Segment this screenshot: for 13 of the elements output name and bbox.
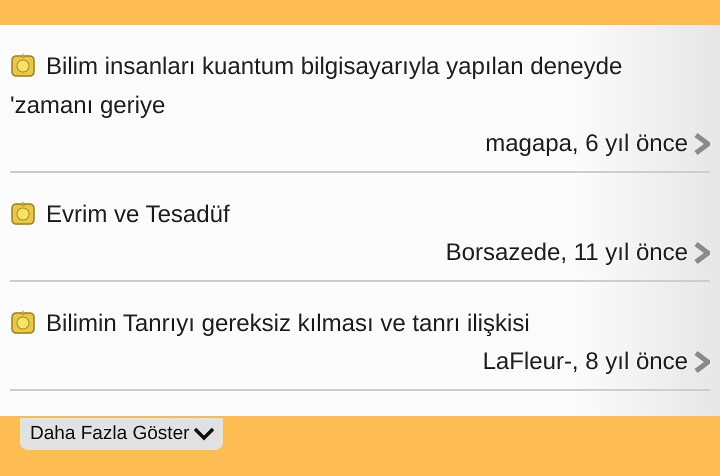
chevron-right-icon[interactable]: [694, 351, 710, 373]
topic-meta: LaFleur-, 8 yıl önce: [482, 347, 688, 377]
show-more-button[interactable]: Daha Fazla Göster: [20, 418, 224, 450]
coin-icon: [10, 309, 36, 335]
caret-down-icon: [193, 427, 216, 441]
coin-icon: [10, 200, 36, 226]
topic-meta: Borsazede, 11 yıl önce: [446, 238, 688, 268]
chevron-right-icon[interactable]: [694, 133, 710, 155]
topic-title[interactable]: Bilimin Tanrıyı gereksiz kılması ve tanrı ilişkisi: [10, 304, 710, 343]
topic-meta: magapa, 6 yıl önce: [485, 129, 688, 159]
topic-title[interactable]: Evrim ve Tesadüf: [10, 195, 710, 234]
chevron-right-icon[interactable]: [694, 242, 710, 264]
coin-icon: [10, 52, 36, 78]
